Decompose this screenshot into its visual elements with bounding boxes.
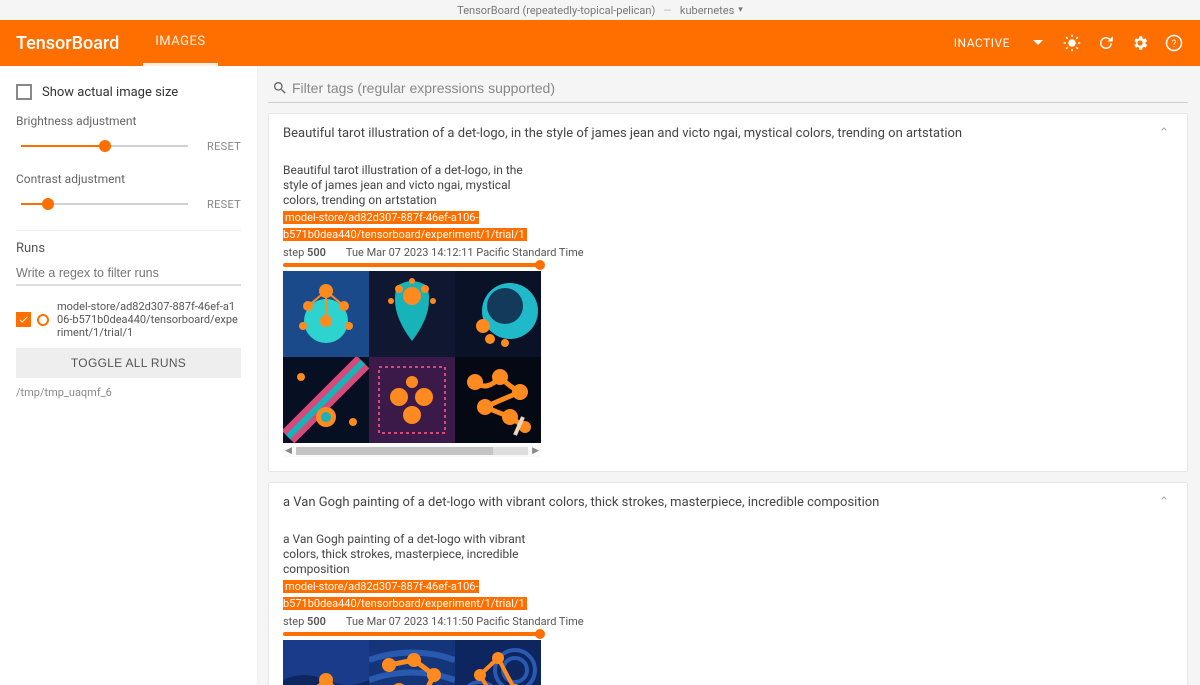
image-grid — [283, 271, 541, 443]
card-header[interactable]: a Van Gogh painting of a det-logo with v… — [269, 483, 1187, 522]
thumbnail[interactable] — [455, 640, 541, 685]
image-grid — [283, 640, 541, 685]
titlebar-separator: — — [663, 4, 672, 17]
tag-filter — [268, 76, 1188, 103]
image-caption: a Van Gogh painting of a det-logo with v… — [283, 532, 543, 577]
logdir-path: /tmp/tmp_uaqmf_6 — [16, 386, 241, 399]
chevron-up-icon[interactable]: ⌃ — [1155, 126, 1173, 141]
run-item[interactable]: model-store/ad82d307-887f-46ef-a106-b571… — [16, 300, 241, 340]
thumbnail[interactable] — [369, 357, 455, 443]
dropdown-arrow-icon[interactable] — [1028, 33, 1048, 53]
step-slider[interactable] — [283, 632, 541, 636]
brightness-reset-button[interactable]: RESET — [207, 140, 241, 153]
thumbnail[interactable] — [283, 271, 369, 357]
step-slider[interactable] — [283, 263, 541, 267]
card-title: Beautiful tarot illustration of a det-lo… — [283, 126, 1155, 141]
refresh-icon[interactable] — [1096, 33, 1116, 53]
show-actual-size-checkbox[interactable] — [16, 84, 32, 100]
tab-images[interactable]: IMAGES — [143, 20, 217, 66]
show-actual-size-label: Show actual image size — [42, 85, 178, 100]
image-card: a Van Gogh painting of a det-logo with v… — [268, 482, 1188, 685]
brightness-icon[interactable] — [1062, 33, 1082, 53]
main-content: Beautiful tarot illustration of a det-lo… — [258, 66, 1200, 685]
card-header[interactable]: Beautiful tarot illustration of a det-lo… — [269, 114, 1187, 153]
contrast-reset-button[interactable]: RESET — [207, 198, 241, 211]
runs-header: Runs — [16, 230, 241, 256]
gear-icon[interactable] — [1130, 33, 1150, 53]
timestamp: Tue Mar 07 2023 14:11:50 Pacific Standar… — [346, 615, 584, 628]
thumbnail[interactable] — [369, 640, 455, 685]
image-caption: Beautiful tarot illustration of a det-lo… — [283, 163, 543, 208]
run-tag: model-store/ad82d307-887f-46ef-a106-b571… — [283, 211, 527, 241]
chevron-down-icon[interactable]: ▾ — [738, 5, 743, 15]
search-icon — [272, 80, 288, 100]
titlebar-app: TensorBoard (repeatedly-topical-pelican) — [457, 4, 655, 17]
timestamp: Tue Mar 07 2023 14:12:11 Pacific Standar… — [346, 246, 584, 259]
window-titlebar: TensorBoard (repeatedly-topical-pelican)… — [0, 0, 1200, 20]
run-checkbox[interactable] — [16, 312, 31, 327]
tag-filter-input[interactable] — [268, 76, 1188, 102]
run-label: model-store/ad82d307-887f-46ef-a106-b571… — [57, 300, 241, 340]
runs-regex-input[interactable] — [16, 262, 241, 286]
step-info: step 500 — [283, 246, 326, 259]
brand-logo: TensorBoard — [16, 33, 119, 54]
thumbnail[interactable] — [369, 271, 455, 357]
help-icon[interactable]: ? — [1164, 33, 1184, 53]
thumbnail[interactable] — [283, 357, 369, 443]
contrast-slider[interactable] — [16, 194, 193, 214]
scroll-left-icon[interactable]: ◀ — [283, 446, 294, 456]
scroll-right-icon[interactable]: ▶ — [530, 446, 541, 456]
svg-text:?: ? — [1172, 39, 1177, 50]
chevron-up-icon[interactable]: ⌃ — [1155, 495, 1173, 510]
thumbnail[interactable] — [455, 357, 541, 443]
titlebar-env[interactable]: kubernetes — [680, 4, 734, 17]
thumbnail[interactable] — [283, 640, 369, 685]
contrast-label: Contrast adjustment — [16, 172, 241, 186]
toggle-all-runs-button[interactable]: TOGGLE ALL RUNS — [16, 348, 241, 378]
card-title: a Van Gogh painting of a det-logo with v… — [283, 495, 1155, 510]
sidebar: Show actual image size Brightness adjust… — [0, 66, 258, 685]
brightness-slider[interactable] — [16, 136, 193, 156]
app-header: TensorBoard IMAGES INACTIVE ? — [0, 20, 1200, 66]
run-color-swatch — [37, 314, 49, 326]
status-inactive[interactable]: INACTIVE — [954, 36, 1010, 50]
step-info: step 500 — [283, 615, 326, 628]
horizontal-scrollbar[interactable]: ◀ ▶ — [283, 445, 541, 457]
image-card: Beautiful tarot illustration of a det-lo… — [268, 113, 1188, 472]
run-tag: model-store/ad82d307-887f-46ef-a106-b571… — [283, 580, 527, 610]
thumbnail[interactable] — [455, 271, 541, 357]
brightness-label: Brightness adjustment — [16, 114, 241, 128]
